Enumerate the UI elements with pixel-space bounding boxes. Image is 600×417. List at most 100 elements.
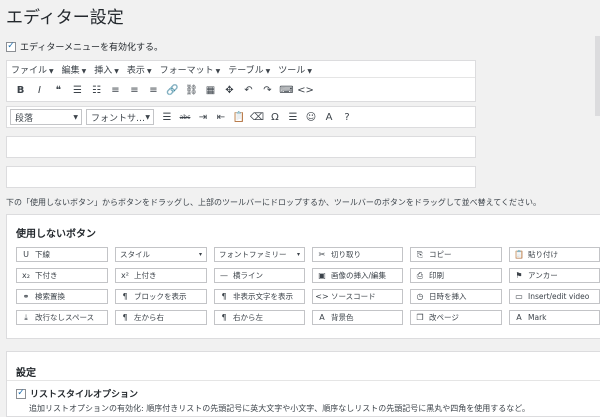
- unused-button[interactable]: <> ソースコード: [312, 289, 403, 304]
- text-color-icon[interactable]: A: [320, 108, 338, 126]
- button-icon: ⚑: [515, 271, 523, 280]
- enable-editor-menu-checkbox[interactable]: ✓: [6, 41, 16, 52]
- unused-button[interactable]: ✂ 切り取り: [312, 247, 403, 262]
- menu-item[interactable]: ファイル ▼: [11, 63, 54, 76]
- unused-button[interactable]: ⎘ コピー: [410, 247, 502, 262]
- outdent-icon[interactable]: ⇤: [212, 108, 230, 126]
- button-icon: x²: [121, 271, 129, 280]
- unused-button[interactable]: ¶ 左から右: [115, 310, 207, 325]
- clear-format-icon[interactable]: ⌫: [248, 108, 266, 126]
- align-right-icon[interactable]: ≡: [144, 81, 163, 99]
- font-size-select-value: フォントサ…: [91, 113, 146, 124]
- menu-item[interactable]: ツール ▼: [278, 63, 312, 76]
- unused-button[interactable]: ❐ 改ページ: [410, 310, 502, 325]
- emoji-icon[interactable]: ☺: [302, 108, 320, 126]
- scrollbar-edge: [595, 36, 600, 116]
- unused-button[interactable]: A 背景色: [312, 310, 403, 325]
- list-style-option-checkbox[interactable]: ✓: [16, 388, 26, 399]
- unused-button[interactable]: x₂ 下付き: [16, 268, 108, 283]
- indent-icon[interactable]: ⇥: [194, 108, 212, 126]
- button-icon: ⤓: [24, 312, 28, 322]
- toolbar-drop-zone-4[interactable]: [6, 166, 476, 188]
- unused-button[interactable]: ▣ 画像の挿入/編集: [312, 268, 403, 283]
- button-icon: ¶: [221, 313, 227, 322]
- paste-text-icon[interactable]: 📋: [230, 108, 248, 126]
- unused-button[interactable]: ⚑ アンカー: [509, 268, 600, 283]
- unused-button[interactable]: ¶ 右から左: [214, 310, 305, 325]
- chevron-down-icon: ▼: [307, 67, 312, 75]
- redo-icon[interactable]: ↷: [258, 81, 277, 99]
- bold-icon[interactable]: B: [11, 81, 30, 99]
- menu-item[interactable]: フォーマット ▼: [160, 63, 221, 76]
- horizontal-line-icon[interactable]: ☰: [284, 108, 302, 126]
- button-icon: ◷: [416, 292, 424, 301]
- unused-button[interactable]: ⚭ 検索置換: [16, 289, 108, 304]
- italic-icon[interactable]: I: [30, 81, 49, 99]
- unused-button[interactable]: A Mark: [509, 310, 600, 325]
- keyboard-icon[interactable]: ⌨: [277, 81, 296, 99]
- table-icon[interactable]: ▦: [201, 81, 220, 99]
- list-style-option-description: 追加リストオプションの有効化: 順序付きリストの先頭記号に英大文字や小文字、順序…: [29, 404, 530, 413]
- unused-button[interactable]: ¶ 非表示文字を表示: [214, 289, 305, 304]
- unused-button-label: ソースコード: [331, 292, 376, 301]
- strikethrough-icon[interactable]: abc: [176, 108, 194, 126]
- format-select[interactable]: 段落 ▼: [10, 109, 82, 125]
- button-icon: A: [319, 313, 325, 322]
- unused-button[interactable]: — 横ライン: [214, 268, 305, 283]
- unused-button[interactable]: フォントファミリー ▾: [214, 247, 305, 262]
- chevron-down-icon: ▼: [145, 113, 150, 121]
- unused-button[interactable]: ⎙ 印刷: [410, 268, 502, 283]
- chevron-down-icon: ▼: [49, 67, 54, 75]
- unused-button[interactable]: 📋 貼り付け: [509, 247, 600, 262]
- menu-item[interactable]: テーブル ▼: [228, 63, 270, 76]
- unused-button[interactable]: ⤓ 改行なしスペース: [16, 310, 108, 325]
- fullscreen-icon[interactable]: ✥: [220, 81, 239, 99]
- code-icon[interactable]: <>: [296, 81, 315, 99]
- omega-icon[interactable]: Ω: [266, 108, 284, 126]
- align-left-icon[interactable]: ≡: [106, 81, 125, 99]
- font-size-select[interactable]: フォントサ… ▼: [86, 109, 154, 125]
- justify-icon[interactable]: ☰: [158, 108, 176, 126]
- unused-button[interactable]: ◷ 日時を挿入: [410, 289, 502, 304]
- unused-button-label: 印刷: [429, 271, 444, 280]
- unused-button[interactable]: U 下線: [16, 247, 108, 262]
- unused-button-label: 画像の挿入/編集: [331, 271, 387, 280]
- unused-button-label: 切り取り: [331, 250, 361, 259]
- button-icon: ¶: [122, 313, 128, 322]
- enable-editor-menu-row[interactable]: ✓ エディターメニューを有効化する。: [6, 40, 163, 53]
- toolbar-drop-zone-3[interactable]: [6, 136, 476, 158]
- unused-button-label: 検索置換: [35, 292, 65, 301]
- button-icon: U: [23, 250, 29, 259]
- chevron-down-icon: ▾: [198, 251, 202, 258]
- unused-button[interactable]: スタイル ▾: [115, 247, 207, 262]
- instruction-text: 下の「使用しないボタン」からボタンをドラッグし、上部のツールバーにドロップするか…: [6, 198, 541, 207]
- menu-item[interactable]: 表示 ▼: [127, 63, 152, 76]
- menu-item[interactable]: 編集 ▼: [62, 63, 87, 76]
- link-icon[interactable]: 🔗: [163, 81, 182, 99]
- button-icon: —: [220, 271, 228, 280]
- unused-button[interactable]: ¶ ブロックを表示: [115, 289, 207, 304]
- button-icon: ❐: [416, 313, 424, 322]
- editor-toolbar-1: B I ❝ ☰ ☷ ≡ ≡ ≡ 🔗 ⛓ ▦ ✥ ↶ ↷ ⌨ <>: [7, 78, 475, 102]
- list-style-option-row[interactable]: ✓ リストスタイルオプション: [16, 387, 138, 400]
- enable-editor-menu-label: エディターメニューを有効化する。: [20, 43, 164, 53]
- align-center-icon[interactable]: ≡: [125, 81, 144, 99]
- page-title: エディター設定: [6, 8, 124, 28]
- menu-item-label: ツール: [278, 65, 306, 76]
- blockquote-icon[interactable]: ❝: [49, 81, 68, 99]
- unused-button-label: 日時を挿入: [429, 292, 467, 301]
- unlink-icon[interactable]: ⛓: [182, 81, 201, 99]
- undo-icon[interactable]: ↶: [239, 81, 258, 99]
- button-icon: ⎙: [416, 270, 424, 280]
- help-icon[interactable]: ?: [338, 108, 356, 126]
- unused-button[interactable]: ▭ Insert/edit video: [509, 289, 600, 304]
- numbered-list-icon[interactable]: ☷: [87, 81, 106, 99]
- menu-item[interactable]: 挿入 ▼: [94, 63, 119, 76]
- unused-button-label: 非表示文字を表示: [233, 292, 293, 301]
- editor-menubar: ファイル ▼ 編集 ▼ 挿入 ▼ 表示 ▼ フォーマット ▼ テーブル ▼ ツール ▼: [7, 61, 475, 78]
- chevron-down-icon: ▼: [146, 67, 152, 75]
- unused-button-label: スタイル: [120, 250, 150, 259]
- bullet-list-icon[interactable]: ☰: [68, 81, 87, 99]
- menu-item-label: 挿入: [94, 65, 113, 76]
- unused-button[interactable]: x² 上付き: [115, 268, 207, 283]
